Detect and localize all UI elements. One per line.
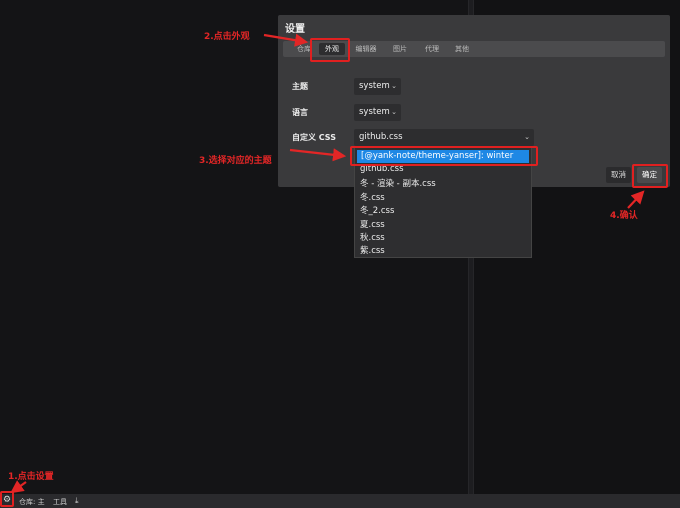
- language-label: 语言: [292, 108, 308, 117]
- annotation-step2: 2.点击外观: [204, 32, 250, 42]
- dropdown-option[interactable]: 冬.css: [360, 191, 385, 203]
- download-icon[interactable]: ⤓: [75, 496, 79, 506]
- tab-editor[interactable]: 编辑器: [351, 43, 381, 55]
- theme-select[interactable]: system ⌄: [354, 78, 401, 95]
- theme-select-value: system: [359, 81, 390, 91]
- dialog-title: 设置: [285, 24, 305, 35]
- annotation-step3: 3.选择对应的主题: [199, 156, 272, 166]
- custom-css-select[interactable]: github.css ⌄: [354, 129, 534, 146]
- annotation-box-theme-option: [350, 146, 538, 166]
- tab-image[interactable]: 图片: [387, 43, 413, 55]
- status-tools[interactable]: 工具: [53, 497, 67, 507]
- chevron-down-icon: ⌄: [391, 82, 397, 90]
- language-select-value: system: [359, 107, 390, 117]
- annotation-box-ok-button: [632, 164, 668, 188]
- theme-label: 主题: [292, 82, 308, 91]
- annotation-step1: 1.点击设置: [8, 472, 54, 482]
- dropdown-option[interactable]: 冬_2.css: [360, 204, 394, 216]
- annotation-box-settings-icon: [0, 491, 14, 507]
- annotation-step4: 4.确认: [610, 211, 638, 221]
- status-bar: ⚙ 仓库: 主 工具 ⤓: [0, 494, 680, 508]
- tab-other[interactable]: 其他: [449, 43, 475, 55]
- dropdown-option[interactable]: 秋.css: [360, 231, 385, 243]
- annotation-box-appearance-tab: [310, 38, 350, 62]
- language-select[interactable]: system ⌄: [354, 104, 401, 121]
- chevron-down-icon: ⌄: [391, 108, 397, 116]
- chevron-down-icon: ⌄: [524, 133, 530, 141]
- custom-css-label: 自定义 CSS: [292, 133, 336, 142]
- custom-css-select-value: github.css: [359, 132, 403, 142]
- status-repo[interactable]: 仓库: 主: [19, 497, 45, 507]
- cancel-button[interactable]: 取消: [606, 167, 631, 183]
- dropdown-option[interactable]: 夏.css: [360, 218, 385, 230]
- tab-proxy[interactable]: 代理: [419, 43, 445, 55]
- dropdown-option[interactable]: 冬 - 渲染 - 副本.css: [360, 177, 436, 189]
- dropdown-option[interactable]: 紫.css: [360, 244, 385, 256]
